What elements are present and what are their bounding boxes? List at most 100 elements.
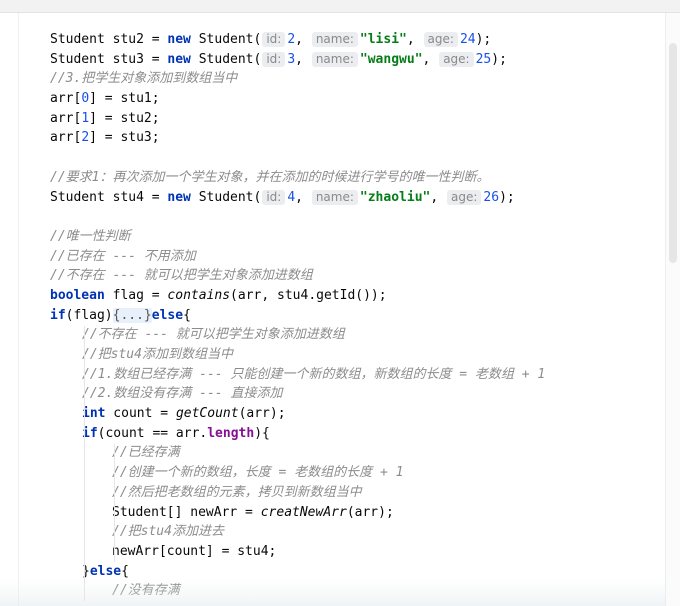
code-token: Student( [190,51,262,67]
code-token: 2 [287,32,296,47]
code-line[interactable]: //1.数组已经存满 --- 只能创建一个新的数组，新数组的长度 = 老数组 +… [0,365,666,385]
code-token: ); [475,32,492,47]
code-token: Student stu2 = [50,32,168,47]
code-line[interactable]: arr[2] = stu3; [0,128,666,148]
code-token: //3.把学生对象添加到数组当中 [50,71,238,87]
code-line[interactable]: arr[0] = stu1; [0,89,666,109]
code-token: arr[ [50,110,82,126]
code-token: 1 [81,110,90,126]
code-token: ); [491,51,507,67]
code-token: new [167,189,191,205]
code-token: //已经存满 [112,445,180,461]
code-token: //要求1：再次添加一个学生对象，并在添加的时候进行学号的唯一性判断。 [50,169,490,185]
scrollbar-thumb[interactable] [669,43,677,263]
folded-block[interactable]: {...} [112,307,152,323]
code-line[interactable]: //3.把学生对象添加到数组当中 [0,69,666,89]
code-token: "wangwu" [359,51,423,67]
code-line[interactable]: newArr[count] = stu4; [0,542,666,562]
parameter-hint: age: [423,32,458,47]
code-line[interactable]: boolean flag = contains(arr, stu4.getId(… [0,286,666,306]
code-token: Student[] newArr = [112,504,261,520]
code-token: boolean [50,287,105,303]
code-token: getCount [175,406,239,422]
vertical-scrollbar[interactable] [665,13,680,606]
code-token: , [422,51,439,67]
code-token: Student( [190,32,262,47]
code-token: "lisi" [359,32,407,47]
code-editor[interactable]: Student stu2 = new Student(id: 2, name: "l… [0,30,666,601]
code-token: //然后把老数组的元素，拷贝到新数组当中 [112,484,362,500]
indent-guide [114,443,115,562]
code-line[interactable]: //唯一性判断 [0,227,666,247]
code-token: ){ [254,425,270,441]
code-line[interactable] [0,207,666,227]
parameter-hint: age: [447,189,482,205]
code-token: arr[ [50,130,82,146]
code-line[interactable]: //已经存满 [0,443,666,463]
code-token: //创建一个新的数组，长度 = 老数组的长度 + 1 [112,465,404,481]
code-token: //2.数组没有存满 --- 直接添加 [82,386,283,402]
editor-tab-bar [0,0,680,13]
code-token: if [50,307,66,323]
code-token: new [167,51,191,67]
code-token: ] = stu2; [89,110,160,126]
parameter-hint: id: [262,51,286,67]
code-token: else [89,563,122,579]
code-line[interactable]: arr[1] = stu2; [0,109,666,129]
parameter-hint: id: [262,189,286,205]
code-token: { [183,307,191,323]
code-token: //已存在 --- 不用添加 [50,248,196,264]
code-line[interactable]: Student stu3 = new Student(id: 3, name: "w… [0,50,666,70]
code-token: //把stu4添加进去 [112,524,224,540]
code-token: ] = stu3; [89,130,160,146]
code-token: arr[ [50,91,82,107]
code-line[interactable]: if(flag){...}else{ [0,306,666,326]
code-token: length [207,425,255,441]
code-token: 3 [287,51,296,67]
code-token: , [295,51,311,67]
parameter-hint: name: [311,32,358,47]
code-token: { [121,563,129,579]
code-token: (arr); [238,406,286,422]
code-line[interactable]: //创建一个新的数组，长度 = 老数组的长度 + 1 [0,463,666,483]
code-token: else [151,307,184,323]
code-token: 0 [81,91,90,107]
code-line[interactable]: Student[] newArr = creatNewArr(arr); [0,503,666,523]
code-token: Student stu4 = [50,189,168,205]
code-line[interactable]: if(count == arr.length){ [0,424,666,444]
code-token: (count == arr. [97,425,208,441]
code-token: //把stu4添加到数组当中 [82,347,233,362]
code-token: newArr[count] = stu4; [112,543,277,559]
parameter-hint: name: [311,51,358,67]
code-token: //不存在 --- 就可以把学生对象添加进数组 [50,268,313,284]
code-line[interactable]: }else{ [0,562,666,582]
code-line[interactable]: Student stu2 = new Student(id: 2, name: "l… [0,30,666,50]
code-token: (arr); [346,504,394,520]
parameter-hint: name: [311,189,358,205]
code-token: int [82,406,106,422]
code-token: //不存在 --- 就可以把学生对象添加进数组 [82,327,345,343]
code-token: , [430,189,447,205]
code-line[interactable] [0,148,666,168]
code-line[interactable]: //2.数组没有存满 --- 直接添加 [0,384,666,404]
code-line[interactable]: //把stu4添加进去 [0,522,666,542]
code-token: contains [167,287,231,303]
code-line[interactable]: //已存在 --- 不用添加 [0,247,666,267]
code-token: 4 [287,189,296,205]
code-line[interactable]: //把stu4添加到数组当中 [0,345,666,365]
editor-bottom-fade [0,580,666,606]
code-line[interactable]: //不存在 --- 就可以把学生对象添加进数组 [0,325,666,345]
code-token: "zhaoliu" [359,189,431,205]
code-line[interactable]: //不存在 --- 就可以把学生对象添加进数组 [0,266,666,286]
code-token: //1.数组已经存满 --- 只能创建一个新的数组，新数组的长度 = 老数组 +… [82,366,546,382]
code-token: 25 [475,51,492,67]
code-line[interactable]: Student stu4 = new Student(id: 4, name: "z… [0,188,666,208]
code-line[interactable]: int count = getCount(arr); [0,404,666,424]
code-token: (arr, stu4.getId()); [230,287,387,303]
indent-guide [84,325,85,602]
code-line[interactable]: //然后把老数组的元素，拷贝到新数组当中 [0,483,666,503]
code-token: //唯一性判断 [50,228,131,244]
code-token: 26 [483,189,500,205]
code-token: ); [499,189,515,205]
code-line[interactable]: //要求1：再次添加一个学生对象，并在添加的时候进行学号的唯一性判断。 [0,168,666,188]
